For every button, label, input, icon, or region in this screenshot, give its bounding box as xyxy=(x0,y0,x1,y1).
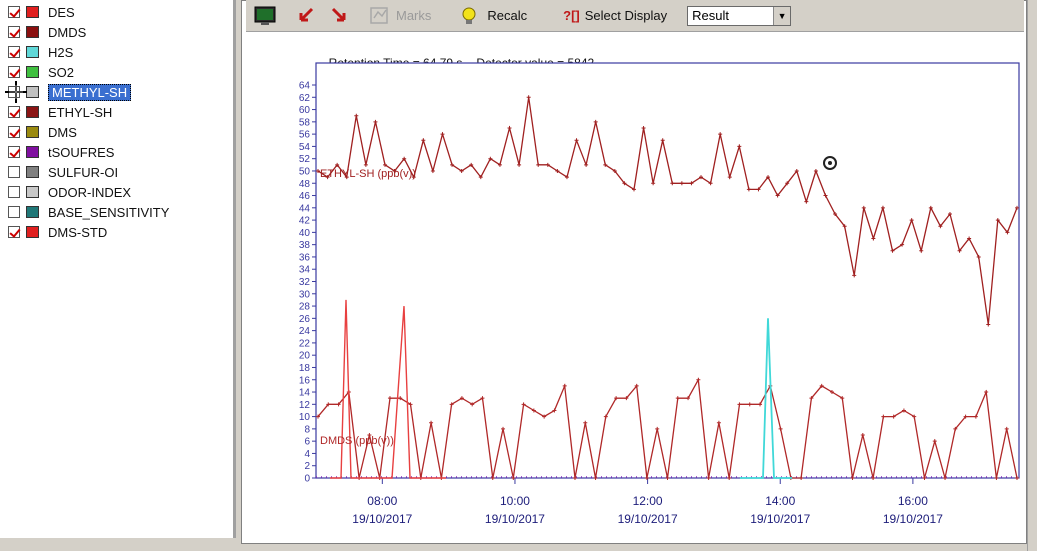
compound-label: tSOUFRES xyxy=(48,144,115,160)
compound-checkbox[interactable] xyxy=(8,186,20,198)
color-swatch[interactable] xyxy=(26,26,39,38)
arrow-diagonal-down-icon xyxy=(331,7,346,21)
compound-item[interactable]: BASE_SENSITIVITY xyxy=(8,203,169,221)
compound-checkbox[interactable] xyxy=(8,226,20,238)
color-swatch[interactable] xyxy=(26,6,39,18)
compound-item[interactable]: tSOUFRES xyxy=(8,143,114,161)
compound-item[interactable]: DES xyxy=(8,3,75,21)
compound-label: DMDS xyxy=(48,24,87,40)
select-display-button[interactable]: ?[] Select Display xyxy=(563,4,667,28)
compound-checkbox[interactable] xyxy=(8,66,20,78)
retention-time-readout: Retention Time = 64.79 s xyxy=(328,56,463,70)
compound-item[interactable]: H2S xyxy=(8,43,73,61)
arrow-diagonal-up-icon xyxy=(299,7,314,21)
color-swatch[interactable] xyxy=(26,86,39,98)
compound-label: SO2 xyxy=(48,64,75,80)
compound-item[interactable]: SO2 xyxy=(8,63,74,81)
compound-item[interactable]: DMS xyxy=(8,123,77,141)
compound-item[interactable]: ODOR-INDEX xyxy=(8,183,131,201)
cursor-readout: Retention Time = 64.79 s Detector value =… xyxy=(322,42,608,70)
compound-checkbox[interactable] xyxy=(8,206,20,218)
select-display-label: Select Display xyxy=(584,8,668,23)
color-swatch[interactable] xyxy=(26,226,39,238)
compound-checkbox[interactable] xyxy=(8,86,20,98)
zoom-in-button[interactable] xyxy=(295,4,320,28)
compound-label: BASE_SENSITIVITY xyxy=(48,204,170,220)
detector-value-readout: Detector value = 5842 xyxy=(476,56,595,70)
select-display-icon: ?[] xyxy=(563,8,580,23)
compound-label: DES xyxy=(48,4,75,20)
compound-item[interactable]: METHYL-SH xyxy=(5,81,132,103)
color-swatch[interactable] xyxy=(26,146,39,158)
color-swatch[interactable] xyxy=(26,186,39,198)
compound-item[interactable]: DMS-STD xyxy=(8,223,107,241)
compound-checkbox[interactable] xyxy=(8,46,20,58)
compound-label: DMS xyxy=(48,124,77,140)
chevron-down-icon[interactable]: ▼ xyxy=(773,6,791,25)
monitor-icon xyxy=(254,6,276,25)
color-swatch[interactable] xyxy=(26,126,39,138)
marks-icon xyxy=(370,6,388,24)
compound-checkbox[interactable] xyxy=(8,166,20,178)
compound-checkbox[interactable] xyxy=(8,106,20,118)
recalc-label: Recalc xyxy=(487,8,528,23)
marks-button[interactable]: Marks xyxy=(369,4,431,28)
display-select-value: Result xyxy=(692,8,729,23)
compound-list-panel: DES DMDS H2S SO2 METHYL-SH ETHYL-SH DMS tSOUFRE… xyxy=(0,0,236,551)
color-swatch[interactable] xyxy=(26,66,39,78)
color-swatch[interactable] xyxy=(26,46,39,58)
monitor-button[interactable] xyxy=(254,4,281,28)
compound-label: ODOR-INDEX xyxy=(48,184,132,200)
marks-label: Marks xyxy=(396,8,432,23)
compound-checkbox[interactable] xyxy=(8,126,20,138)
chart-toolbar: Marks Recalc ?[] Select Display Result ▼ xyxy=(246,0,1024,32)
compound-label: DMS-STD xyxy=(48,224,108,240)
display-select[interactable]: Result ▼ xyxy=(687,5,792,26)
compound-checkbox[interactable] xyxy=(8,146,20,158)
compound-item[interactable]: SULFUR-OI xyxy=(8,163,118,181)
color-swatch[interactable] xyxy=(26,106,39,118)
chart-panel xyxy=(241,0,1027,544)
color-swatch[interactable] xyxy=(26,206,39,218)
left-panel-bottom-bar xyxy=(0,538,240,551)
compound-label: H2S xyxy=(48,44,74,60)
compound-label: ETHYL-SH xyxy=(48,104,113,120)
recalc-button[interactable]: Recalc xyxy=(461,4,527,28)
color-swatch[interactable] xyxy=(26,166,39,178)
compound-item[interactable]: DMDS xyxy=(8,23,86,41)
compound-checkbox[interactable] xyxy=(8,6,20,18)
lightbulb-icon xyxy=(462,7,476,24)
vertical-scrollbar[interactable] xyxy=(1027,0,1037,551)
zoom-out-button[interactable] xyxy=(330,4,355,28)
compound-item[interactable]: ETHYL-SH xyxy=(8,103,112,121)
compound-label: SULFUR-OI xyxy=(48,164,119,180)
compound-checkbox[interactable] xyxy=(8,26,20,38)
compound-label: METHYL-SH xyxy=(48,83,132,101)
